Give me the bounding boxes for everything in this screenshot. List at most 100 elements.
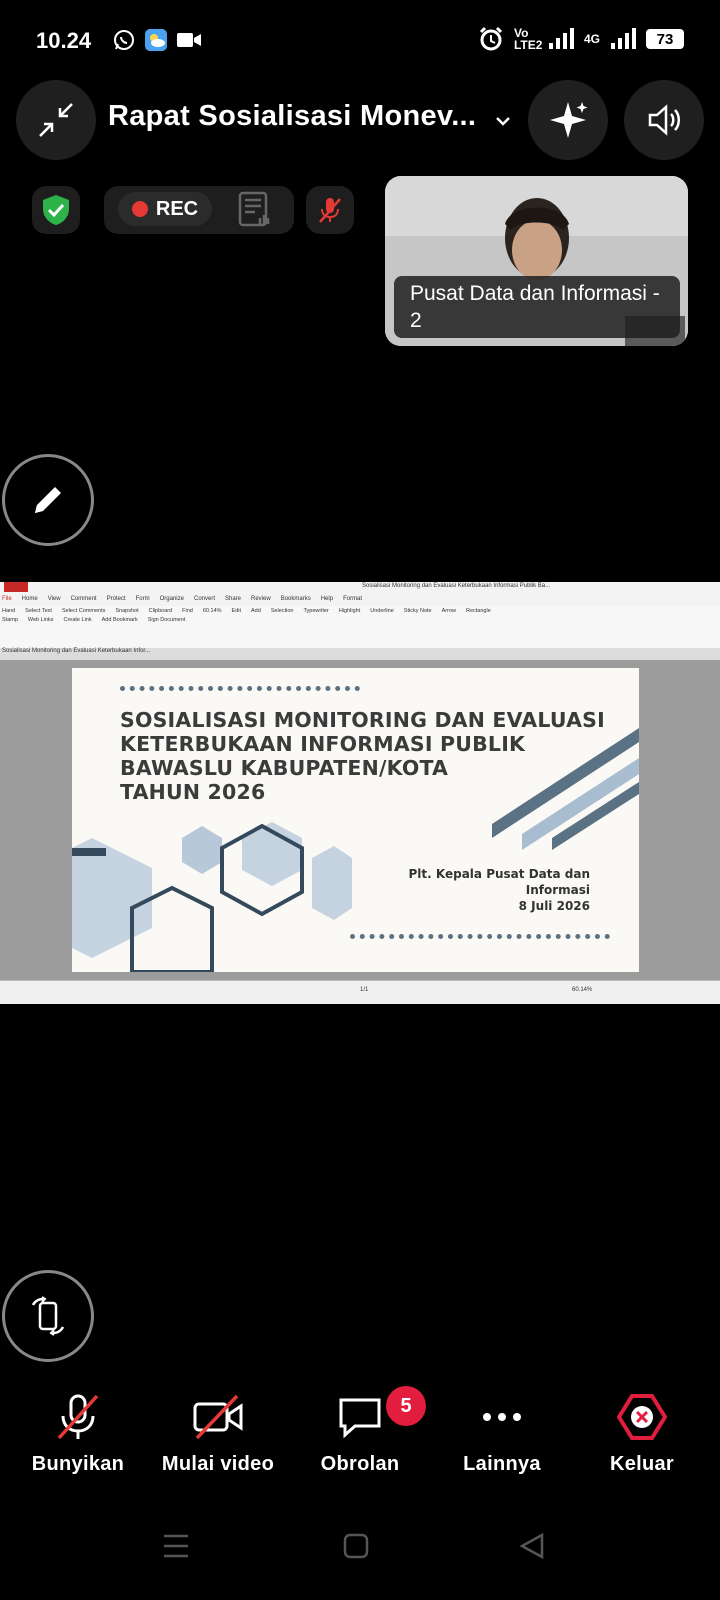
slide-date: 8 Juli 2026 <box>518 899 590 913</box>
more-dots-icon <box>483 1413 521 1421</box>
ribbon-command: Hand <box>2 608 16 614</box>
participant-name: Pusat Data dan Informasi - 2 <box>410 282 660 332</box>
ribbon-tab: View <box>47 596 61 602</box>
more-label: Lainnya <box>463 1453 541 1475</box>
ribbon-tab: Comment <box>70 596 97 602</box>
recording-indicator[interactable]: REC <box>118 192 212 226</box>
mic-muted-icon <box>57 1394 99 1440</box>
weather-icon <box>145 29 167 51</box>
transcript-icon[interactable] <box>236 190 276 230</box>
ribbon-command: Sign Document <box>147 617 186 623</box>
status-bar: 10.24 Vo LTE2 4G 73 <box>0 0 720 80</box>
more-button[interactable]: Lainnya <box>432 1392 572 1476</box>
unmute-label: Bunyikan <box>31 1453 125 1475</box>
slide-presenter-info: Plt. Kepala Pusat Data dan Informasi 8 J… <box>350 866 590 914</box>
hexagon-decoration <box>72 822 352 972</box>
ribbon-command: Underline <box>370 608 394 614</box>
ribbon-command: Stamp <box>2 617 18 623</box>
page-indicator: 1/1 <box>360 987 369 993</box>
shield-check-icon <box>43 195 69 225</box>
ribbon-tab: Review <box>251 596 271 602</box>
participant-name-label: Pusat Data dan Informasi - 2 <box>394 276 680 338</box>
ribbon-tab: File <box>2 596 12 602</box>
ribbon-tab: Organize <box>159 596 184 602</box>
document-tab: Sosialisasi Monitoring dan Evaluasi Kete… <box>0 648 720 660</box>
network-label-2: 4G <box>583 32 600 46</box>
minimize-button[interactable] <box>16 80 96 160</box>
presentation-slide: SOSIALISASI MONITORING DAN EVALUASI KETE… <box>72 668 639 972</box>
meeting-title[interactable]: Rapat Sosialisasi Monev... <box>108 100 476 133</box>
ribbon-command: Add Bookmark <box>101 617 138 623</box>
leave-icon <box>616 1394 668 1440</box>
chat-unread-badge: 5 <box>386 1386 426 1426</box>
shared-screen[interactable]: Sosialisasi Monitoring dan Evaluasi Kete… <box>0 582 720 1004</box>
encryption-button[interactable] <box>32 186 80 234</box>
video-off-icon <box>193 1394 243 1440</box>
ribbon-tabs: File Home View Comment Protect Form Orga… <box>0 592 720 606</box>
ribbon-command: Typewriter <box>303 608 329 614</box>
home-icon[interactable] <box>342 1532 370 1560</box>
chat-label: Obrolan <box>320 1453 400 1475</box>
alarm-icon <box>479 26 503 51</box>
ribbon-command: Highlight <box>338 608 361 614</box>
ribbon-command: Rectangle <box>465 608 491 614</box>
ribbon-command: Selection <box>270 608 294 614</box>
ribbon-tab: Form <box>135 596 150 602</box>
document-statusbar: 1/1 60.14% <box>0 980 720 1004</box>
ribbon-command: Create Link <box>63 617 92 623</box>
ribbon-command: Arrow <box>441 608 456 614</box>
document-tab-label: Sosialisasi Monitoring dan Evaluasi Kete… <box>2 648 151 654</box>
system-nav-bar <box>0 1520 720 1580</box>
window-title: Sosialisasi Monitoring dan Evaluasi Kete… <box>362 583 551 589</box>
ribbon-command: Select Comments <box>61 608 106 614</box>
ribbon-tab: Bookmarks <box>280 596 311 602</box>
recent-apps-icon[interactable] <box>162 1532 190 1560</box>
dotted-divider <box>120 686 360 691</box>
mic-muted-icon <box>319 198 341 223</box>
unmute-button[interactable]: Bunyikan <box>8 1392 148 1476</box>
ribbon-command: Snapshot <box>115 608 139 614</box>
ribbon-command: Clipboard <box>148 608 173 614</box>
ribbon-tab: Home <box>21 596 38 602</box>
start-video-label: Mulai video <box>161 1453 275 1475</box>
video-call-icon <box>177 33 201 47</box>
rotate-screen-button[interactable] <box>2 1270 94 1362</box>
meeting-toolbar: Bunyikan Mulai video Obrolan Lainnya Kel… <box>0 1392 720 1502</box>
zoom-field: 60.14% <box>202 608 222 614</box>
leave-label: Keluar <box>609 1453 675 1475</box>
rotate-icon <box>31 1296 65 1336</box>
signal-icon-1 <box>548 28 574 49</box>
back-icon[interactable] <box>518 1532 546 1560</box>
record-dot-icon <box>131 201 148 217</box>
slide-presenter: Plt. Kepala Pusat Data dan Informasi <box>408 867 590 897</box>
diagonal-stripes-decoration <box>492 728 639 850</box>
battery-indicator: 73 <box>646 29 684 49</box>
ribbon-tab: Convert <box>193 596 215 602</box>
dotted-divider <box>350 934 610 939</box>
rec-label: REC <box>155 197 199 220</box>
ribbon-command: Sticky Note <box>403 608 432 614</box>
ribbon-command: Add <box>251 608 261 614</box>
leave-button[interactable]: Keluar <box>572 1392 712 1476</box>
ribbon-command: Edit <box>231 608 242 614</box>
participant-mute-status <box>306 186 354 234</box>
ribbon-toolbar: Hand Select Text Select Comments Snapsho… <box>0 606 720 649</box>
sparkle-icon <box>550 102 588 138</box>
network-label-1: Vo LTE2 <box>513 26 543 52</box>
collapse-arrows-icon <box>39 103 73 137</box>
annotate-button[interactable] <box>2 454 94 546</box>
start-video-button[interactable]: Mulai video <box>148 1392 288 1476</box>
ribbon-command: Find <box>182 608 193 614</box>
ribbon-command: Select Text <box>25 608 52 614</box>
status-zoom: 60.14% <box>572 987 593 993</box>
whatsapp-icon <box>114 30 134 50</box>
speaker-button[interactable] <box>624 80 704 160</box>
ribbon-tab: Share <box>225 596 242 602</box>
ribbon-tab: Help <box>320 596 334 602</box>
pencil-icon <box>35 487 61 513</box>
signal-icon-2 <box>611 28 636 49</box>
chevron-down-icon[interactable] <box>494 112 512 130</box>
ai-companion-button[interactable] <box>528 80 608 160</box>
ribbon-tab: Protect <box>106 596 126 602</box>
speaker-icon <box>648 104 680 136</box>
